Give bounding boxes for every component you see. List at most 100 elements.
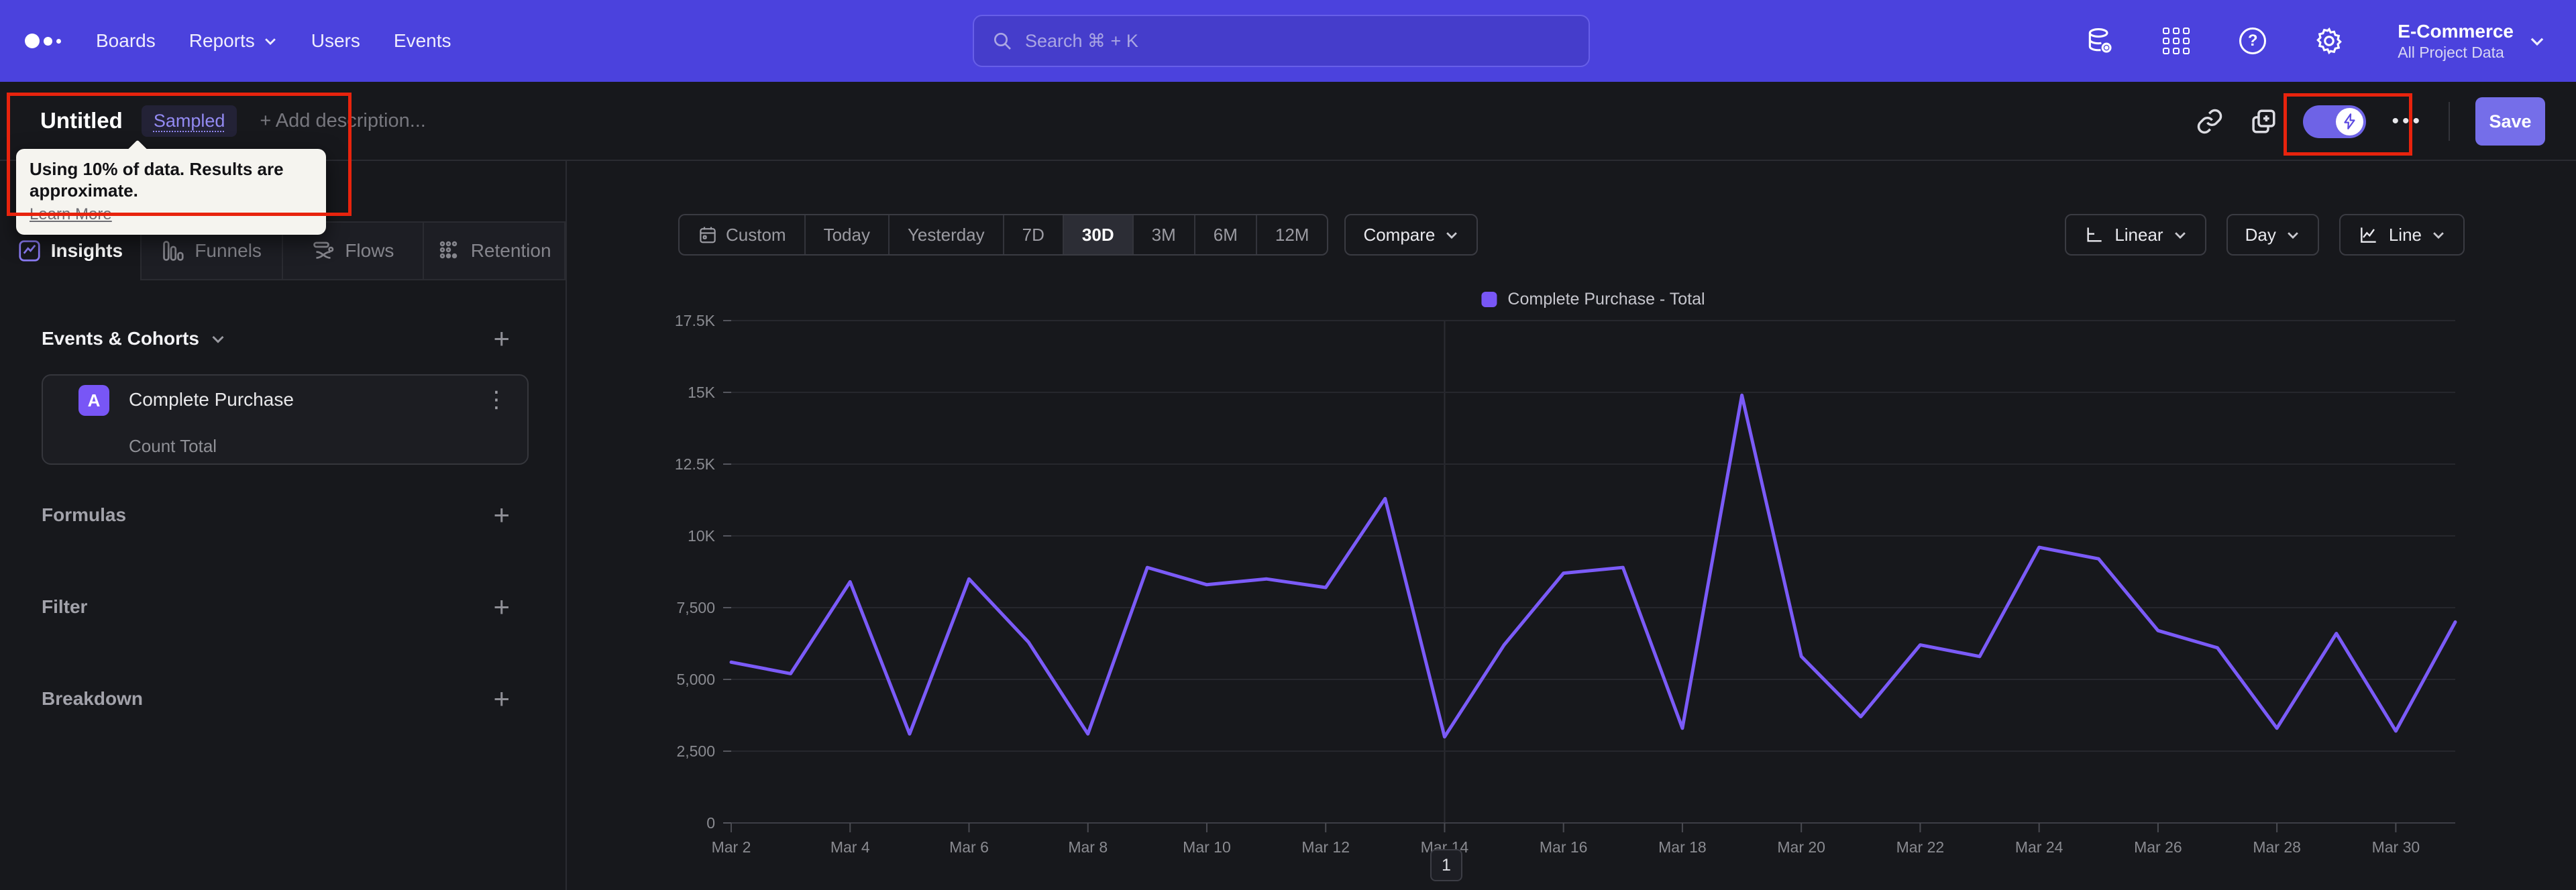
event-card[interactable]: A Complete Purchase ⋮ Count Total xyxy=(42,374,529,465)
query-sidebar: Insights Funnels Flows Retention Events … xyxy=(0,161,567,890)
event-metric[interactable]: Count Total xyxy=(129,436,217,457)
y-tick-label: 17.5K xyxy=(675,312,716,329)
event-options-kebab-icon[interactable]: ⋮ xyxy=(485,386,508,413)
x-tick-label: Mar 4 xyxy=(830,838,870,856)
sampling-toggle-knob xyxy=(2336,107,2364,135)
settings-gear-icon[interactable] xyxy=(2314,26,2344,56)
breakdown-section: Breakdown + xyxy=(42,684,510,714)
nav-item-events[interactable]: Events xyxy=(394,30,451,52)
apps-grid-icon[interactable] xyxy=(2161,26,2191,56)
tab-insights-label: Insights xyxy=(50,240,123,261)
range-3m[interactable]: 3M xyxy=(1134,215,1195,254)
chevron-down-icon[interactable] xyxy=(210,331,226,347)
nav-item-boards[interactable]: Boards xyxy=(96,30,156,52)
scale-dropdown[interactable]: Linear xyxy=(2065,214,2206,256)
nav-item-events-label: Events xyxy=(393,30,451,51)
top-nav: Boards Reports Users Events Search ⌘ + K xyxy=(0,0,2576,82)
chart-type-dropdown[interactable]: Line xyxy=(2339,214,2465,256)
range-6m[interactable]: 6M xyxy=(1195,215,1257,254)
x-tick-label: Mar 22 xyxy=(1896,838,1945,856)
copy-link-icon[interactable] xyxy=(2196,107,2224,135)
compare-label: Compare xyxy=(1363,224,1436,245)
project-selector[interactable]: E-Commerce All Project Data xyxy=(2398,20,2546,62)
range-12m[interactable]: 12M xyxy=(1257,215,1328,254)
sampled-badge[interactable]: Sampled xyxy=(141,105,237,137)
x-tick-label: Mar 16 xyxy=(1540,838,1588,856)
range-12m-label: 12M xyxy=(1275,224,1309,245)
nav-links: Boards Reports Users Events xyxy=(96,30,451,52)
chevron-down-icon xyxy=(2174,232,2186,239)
chevron-down-icon xyxy=(2530,38,2544,46)
interval-dropdown[interactable]: Day xyxy=(2226,214,2319,256)
range-custom[interactable]: Custom xyxy=(680,215,806,254)
date-range-toolbar: Custom Today Yesterday 7D 30D 3M 6M 12M … xyxy=(678,214,1479,256)
nav-item-reports[interactable]: Reports xyxy=(189,30,278,52)
flows-icon xyxy=(313,241,334,259)
sampling-toggle[interactable] xyxy=(2303,105,2367,138)
chart-line xyxy=(729,393,2457,739)
tab-flows-label: Flows xyxy=(345,240,394,261)
chevron-down-icon xyxy=(2287,232,2298,239)
add-to-board-icon[interactable] xyxy=(2249,107,2277,135)
range-yesterday[interactable]: Yesterday xyxy=(890,215,1004,254)
y-tick-label: 7,500 xyxy=(676,599,715,616)
range-yesterday-label: Yesterday xyxy=(907,224,985,245)
x-tick-label: Mar 20 xyxy=(1777,838,1825,856)
report-title[interactable]: Untitled xyxy=(40,108,123,133)
linear-scale-icon xyxy=(2087,227,2102,242)
line-chart-area[interactable]: 0 2,500 5,000 7,500 10K 12.5K 15K 17.5K Mar 2 Mar… xyxy=(567,295,2576,872)
mixpanel-logo-icon[interactable] xyxy=(25,34,61,48)
event-series-badge: A xyxy=(78,385,109,416)
help-icon[interactable]: ? xyxy=(2238,26,2267,56)
search-placeholder: Search ⌘ + K xyxy=(1025,30,1138,51)
tab-retention-label: Retention xyxy=(470,240,551,261)
data-management-icon[interactable] xyxy=(2085,26,2114,56)
sampling-tooltip: Using 10% of data. Results are approxima… xyxy=(16,149,326,235)
x-tick-label: Mar 12 xyxy=(1301,838,1350,856)
compare-button[interactable]: Compare xyxy=(1344,214,1479,256)
range-7d[interactable]: 7D xyxy=(1004,215,1064,254)
report-header: Untitled Sampled + Add description... ••… xyxy=(0,82,2576,161)
insights-icon xyxy=(19,240,40,262)
nav-item-boards-label: Boards xyxy=(96,30,156,51)
nav-item-users[interactable]: Users xyxy=(311,30,360,52)
range-30d[interactable]: 30D xyxy=(1063,215,1134,254)
search-icon xyxy=(994,33,1011,50)
search-input[interactable]: Search ⌘ + K xyxy=(973,15,1590,67)
tab-funnels-label: Funnels xyxy=(195,240,262,261)
report-header-actions: ••• Save xyxy=(2196,82,2545,161)
tab-retention[interactable]: Retention xyxy=(424,221,566,280)
save-button[interactable]: Save xyxy=(2475,97,2545,146)
formulas-label: Formulas xyxy=(42,504,127,525)
calendar-icon xyxy=(700,227,716,243)
line-chart-icon xyxy=(2360,227,2376,243)
chart-options-toolbar: Linear Day Line xyxy=(2065,214,2465,256)
x-tick-label: Mar 6 xyxy=(949,838,989,856)
add-description-button[interactable]: + Add description... xyxy=(260,110,425,132)
chevron-down-icon xyxy=(2433,232,2444,239)
add-breakdown-button[interactable]: + xyxy=(493,685,510,713)
filter-section: Filter + xyxy=(42,592,510,622)
events-cohorts-label[interactable]: Events & Cohorts xyxy=(42,328,199,349)
events-cohorts-header: Events & Cohorts + xyxy=(42,324,510,353)
pagination-page-button[interactable]: 1 xyxy=(1430,849,1462,881)
add-filter-button[interactable]: + xyxy=(493,593,510,621)
range-30d-label: 30D xyxy=(1081,224,1114,245)
range-today[interactable]: Today xyxy=(806,215,890,254)
more-options-button[interactable]: ••• xyxy=(2392,110,2423,133)
event-name[interactable]: Complete Purchase xyxy=(129,389,294,410)
y-tick-label: 0 xyxy=(706,814,715,832)
learn-more-link[interactable]: Learn More xyxy=(30,205,112,224)
y-tick-label: 15K xyxy=(688,384,716,401)
filter-label: Filter xyxy=(42,596,88,617)
chart-type-label: Line xyxy=(2388,224,2422,245)
y-tick-label: 10K xyxy=(688,527,716,545)
add-event-button[interactable]: + xyxy=(493,325,510,353)
add-formula-button[interactable]: + xyxy=(493,501,510,529)
x-tick-label: Mar 26 xyxy=(2134,838,2182,856)
project-name: E-Commerce xyxy=(2398,21,2514,42)
y-tick-label: 2,500 xyxy=(676,742,715,760)
top-nav-right: ? E-Commerce All Project Data xyxy=(2085,0,2546,82)
range-3m-label: 3M xyxy=(1151,224,1176,245)
breakdown-label: Breakdown xyxy=(42,688,143,709)
